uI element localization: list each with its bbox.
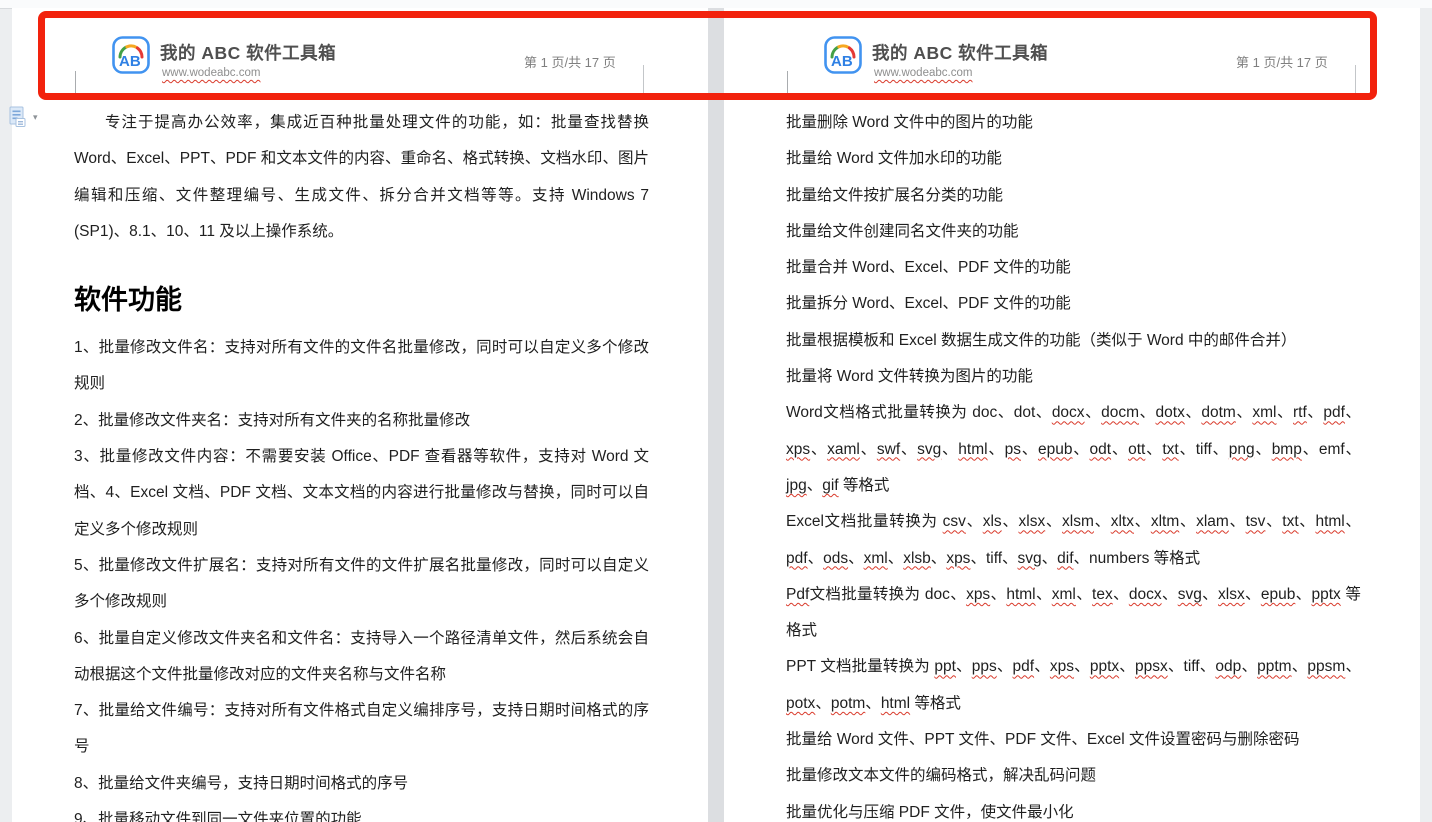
- doc-paragraph: 批量给文件创建同名文件夹的功能: [786, 214, 1361, 250]
- header-boundary-line: [770, 93, 1374, 94]
- doc-paragraph: 批量给 Word 文件、PPT 文件、PDF 文件、Excel 文件设置密码与删…: [786, 722, 1361, 758]
- doc-paragraph: 批量修改文本文件的编码格式，解决乱码问题: [786, 758, 1361, 794]
- abc-toolbox-logo-icon: AB: [824, 36, 862, 74]
- doc-paragraph: 专注于提高办公效率，集成近百种批量处理文件的功能，如：批量查找替换 Word、E…: [74, 105, 649, 250]
- header-margin-tick-right: [643, 65, 644, 93]
- header-page-number: 第 1 页/共 17 页: [524, 52, 616, 71]
- logo-letters: AB: [119, 53, 141, 70]
- doc-paragraph: Word文档格式批量转换为 doc、dot、docx、docm、dotx、dot…: [786, 395, 1361, 504]
- doc-paragraph: 8、批量给文件夹编号，支持日期时间格式的序号: [74, 766, 649, 802]
- doc-paragraph: 批量给文件按扩展名分类的功能: [786, 178, 1361, 214]
- header-url: www.wodeabc.com: [162, 67, 260, 79]
- document-page-left: AB 我的 ABC 软件工具箱 www.wodeabc.com 第 1 页/共 …: [12, 8, 708, 822]
- header-title: 我的 ABC 软件工具箱: [160, 40, 336, 65]
- doc-paragraph: 9、批量移动文件到同一文件夹位置的功能: [74, 802, 649, 822]
- doc-paragraph: PPT 文档批量转换为 ppt、pps、pdf、xps、pptx、ppsx、ti…: [786, 649, 1361, 722]
- section-heading: 软件功能: [74, 278, 649, 322]
- logo-letters: AB: [831, 53, 853, 70]
- header-margin-tick-left: [787, 71, 788, 98]
- doc-paragraph: Excel文档批量转换为 csv、xls、xlsx、xlsm、xltx、xltm…: [786, 504, 1361, 577]
- header-page-number: 第 1 页/共 17 页: [1236, 52, 1328, 71]
- doc-paragraph: 批量根据模板和 Excel 数据生成文件的功能（类似于 Word 中的邮件合并）: [786, 323, 1361, 359]
- document-page-right: AB 我的 ABC 软件工具箱 www.wodeabc.com 第 1 页/共 …: [724, 8, 1420, 822]
- paste-options-button[interactable]: ▾: [8, 103, 54, 131]
- header-url: www.wodeabc.com: [874, 67, 972, 79]
- header-margin-tick-left: [75, 71, 76, 98]
- doc-paragraph: 批量给 Word 文件加水印的功能: [786, 141, 1361, 177]
- doc-paragraph: 批量删除 Word 文件中的图片的功能: [786, 105, 1361, 141]
- doc-paragraph: 2、批量修改文件夹名：支持对所有文件夹的名称批量修改: [74, 403, 649, 439]
- doc-paragraph: 3、批量修改文件内容：不需要安装 Office、PDF 查看器等软件，支持对 W…: [74, 439, 649, 548]
- doc-paragraph: Pdf文档批量转换为 doc、xps、html、xml、tex、docx、svg…: [786, 577, 1361, 650]
- chevron-down-icon: ▾: [33, 113, 38, 122]
- doc-paragraph: 批量合并 Word、Excel、PDF 文件的功能: [786, 250, 1361, 286]
- doc-paragraph: 7、批量给文件编号：支持对所有文件格式自定义编排序号，支持日期时间格式的序号: [74, 693, 649, 766]
- doc-paragraph: 1、批量修改文件名：支持对所有文件的文件名批量修改，同时可以自定义多个修改规则: [74, 330, 649, 403]
- doc-paragraph: 批量将 Word 文件转换为图片的功能: [786, 359, 1361, 395]
- doc-paragraph: 5、批量修改文件扩展名：支持对所有文件的文件扩展名批量修改，同时可以自定义多个修…: [74, 548, 649, 621]
- header-title: 我的 ABC 软件工具箱: [872, 40, 1048, 65]
- page-body-text: 批量删除 Word 文件中的图片的功能批量给 Word 文件加水印的功能批量给文…: [786, 105, 1361, 822]
- doc-paragraph: 批量优化与压缩 PDF 文件，使文件最小化: [786, 795, 1361, 822]
- doc-paragraph: 6、批量自定义修改文件夹名和文件名：支持导入一个路径清单文件，然后系统会自动根据…: [74, 621, 649, 694]
- header-margin-tick-right: [1355, 65, 1356, 93]
- page-body-text: 专注于提高办公效率，集成近百种批量处理文件的功能，如：批量查找替换 Word、E…: [74, 105, 649, 822]
- page-gutter: [708, 8, 724, 822]
- abc-toolbox-logo-icon: AB: [112, 36, 150, 74]
- right-margin-strip: [1420, 8, 1432, 822]
- doc-paragraph: 批量拆分 Word、Excel、PDF 文件的功能: [786, 286, 1361, 322]
- paste-options-icon: [8, 106, 28, 128]
- header-boundary-line: [58, 93, 662, 94]
